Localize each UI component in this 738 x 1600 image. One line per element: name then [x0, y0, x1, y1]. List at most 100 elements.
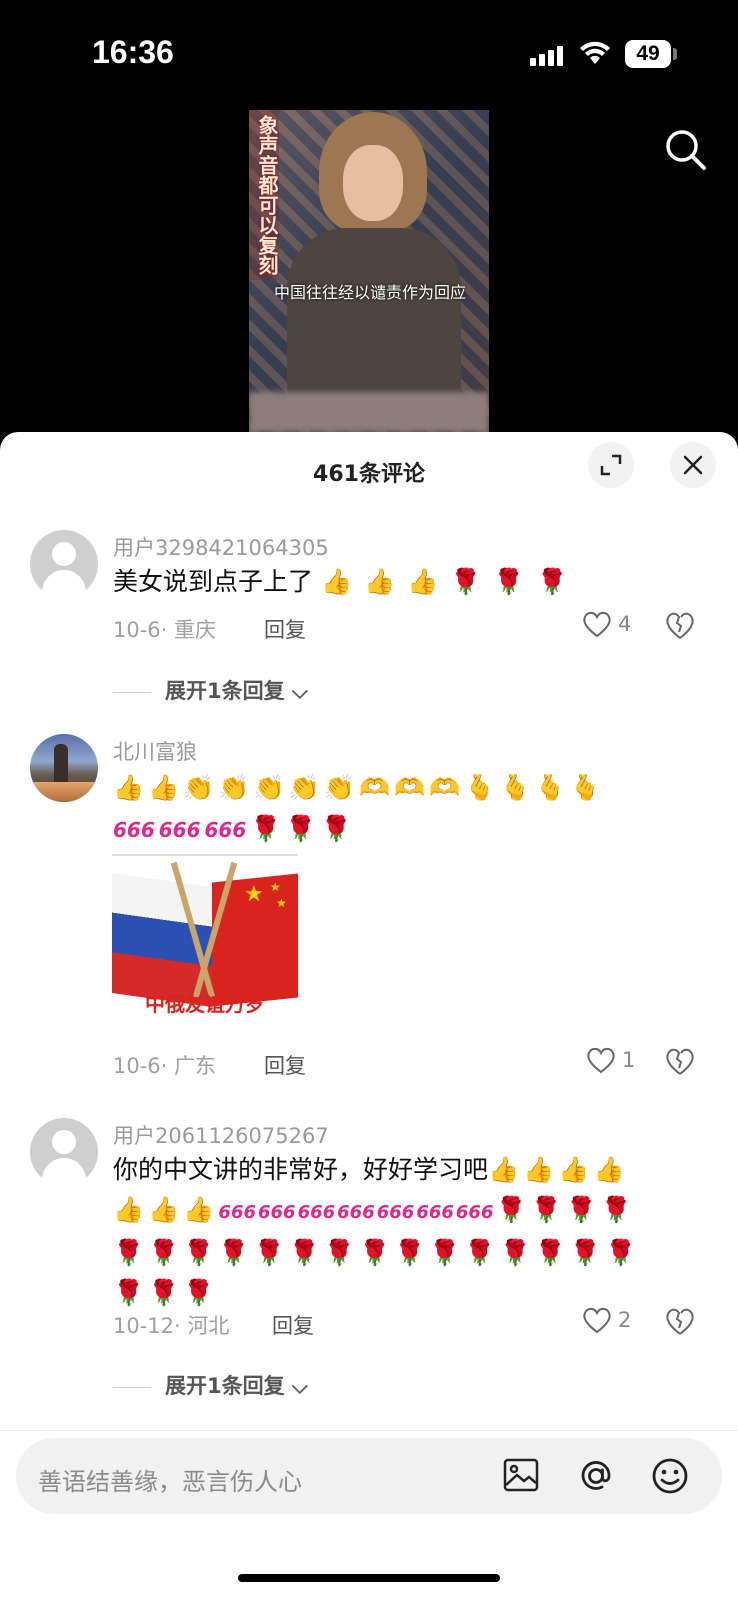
- rose-emoji: 🌹: [285, 814, 317, 843]
- video-player[interactable]: 象声音都可以复刻 中国往往经以谴责作为回应: [249, 110, 489, 432]
- comment-text: 👍 👍 👏 👏 👏 👏 👏 🫶 🫶 🫶 🫰 🫰 🫰 🫰 666 666 666 🌹 🌹 🌹: [113, 768, 703, 850]
- finger-heart-emoji: 🫰: [569, 773, 601, 802]
- thumbs-up-emoji: 👍: [113, 773, 145, 802]
- expand-icon: [600, 454, 622, 476]
- comment-body: 你的中文讲的非常好，好好学习吧: [113, 1155, 489, 1184]
- thumbs-up-emoji: 👍: [148, 1195, 180, 1224]
- comment-username[interactable]: 用户2061126075267: [113, 1120, 329, 1150]
- broken-heart-icon[interactable]: [664, 610, 696, 640]
- close-icon: [683, 455, 703, 475]
- comment-date-location: 10-6· 重庆: [113, 618, 217, 642]
- 666-sticker: 666: [204, 818, 247, 842]
- image-icon[interactable]: [502, 1456, 540, 1494]
- rose-emoji: 🌹: [429, 1238, 461, 1267]
- expand-replies-label: 展开1条回复: [165, 1374, 285, 1398]
- like-button[interactable]: 1: [586, 1046, 635, 1074]
- broken-heart-icon[interactable]: [664, 1046, 696, 1076]
- comment-image[interactable]: ★ ★ ★ 中俄友谊万岁: [112, 860, 298, 1040]
- rose-emoji: 🌹: [565, 1195, 597, 1224]
- avatar[interactable]: [30, 530, 98, 598]
- finger-heart-emoji: 🫰: [499, 773, 531, 802]
- rose-emoji: 🌹: [569, 1238, 601, 1267]
- thumbs-up-emoji: 👍: [320, 567, 353, 596]
- comments-sheet: 461条评论 用户3298421064305 美女说到点子上了 👍 👍 👍 🌹 …: [0, 432, 738, 1600]
- rose-emoji: 🌹: [534, 1238, 566, 1267]
- thumbs-up-emoji: 👍: [113, 1195, 145, 1224]
- thumbs-up-emoji: 👍: [523, 1155, 555, 1184]
- clap-emoji: 👏: [218, 773, 250, 802]
- comment-date-location: 10-12· 河北: [113, 1314, 230, 1338]
- 666-sticker: 666: [158, 818, 201, 842]
- clap-emoji: 👏: [253, 773, 285, 802]
- comment-text: 美女说到点子上了 👍 👍 👍 🌹 🌹 🌹: [113, 562, 703, 602]
- clap-emoji: 👏: [183, 773, 215, 802]
- rose-emoji: 🌹: [499, 1238, 531, 1267]
- rose-emoji: 🌹: [464, 1238, 496, 1267]
- search-icon[interactable]: [664, 128, 708, 172]
- 666-sticker: 666: [258, 1202, 296, 1223]
- rose-emoji: 🌹: [253, 1238, 285, 1267]
- 666-sticker: 666: [455, 1202, 494, 1223]
- finger-heart-emoji: 🫰: [534, 773, 566, 802]
- home-indicator: [238, 1574, 500, 1582]
- rose-emoji: 🌹: [148, 1278, 180, 1307]
- rose-emoji: 🌹: [530, 1195, 562, 1224]
- comment-input-placeholder: 善语结善缘，恶言伤人心: [38, 1468, 302, 1496]
- thumbs-up-emoji: 👍: [488, 1155, 520, 1184]
- battery-indicator: 49: [625, 40, 671, 68]
- heart-icon: [583, 611, 611, 638]
- rose-emoji: 🌹: [600, 1195, 633, 1224]
- rose-emoji: 🌹: [358, 1238, 391, 1267]
- thumbs-up-emoji: 👍: [558, 1155, 590, 1184]
- thumbs-up-emoji: 👍: [407, 567, 439, 596]
- thumbs-up-emoji: 👍: [364, 567, 396, 596]
- like-button[interactable]: 4: [582, 610, 631, 638]
- 666-sticker: 666: [337, 1202, 375, 1223]
- heart-icon: [587, 1047, 615, 1074]
- comment-input[interactable]: 善语结善缘，恶言伤人心: [16, 1438, 722, 1514]
- reply-button[interactable]: 回复: [264, 1050, 306, 1080]
- cellular-signal-icon: [530, 44, 566, 66]
- comment-body: 美女说到点子上了: [113, 567, 314, 596]
- expand-button[interactable]: [588, 442, 634, 488]
- expand-replies-button[interactable]: 展开1条回复 ⌵: [113, 1370, 308, 1400]
- jiayou-sticker: 🫶: [358, 773, 391, 802]
- rose-emoji: 🌹: [183, 1278, 215, 1307]
- emoji-icon[interactable]: [650, 1456, 690, 1496]
- wifi-icon: [580, 41, 610, 64]
- battery-tip: [673, 48, 677, 60]
- 666-sticker: 666: [297, 1202, 336, 1223]
- 666-sticker: 666: [416, 1202, 454, 1223]
- 666-sticker: 666: [376, 1202, 415, 1223]
- clap-emoji: 👏: [288, 773, 320, 802]
- status-time: 16:36: [92, 34, 174, 70]
- comment-username[interactable]: 北川富狼: [113, 736, 197, 766]
- rose-emoji: 🌹: [536, 567, 568, 596]
- rose-emoji: 🌹: [250, 814, 282, 843]
- reply-button[interactable]: 回复: [264, 614, 306, 644]
- image-caption: 中俄友谊万岁: [145, 992, 265, 1016]
- broken-heart-icon[interactable]: [664, 1306, 696, 1336]
- reply-button[interactable]: 回复: [272, 1310, 314, 1340]
- avatar[interactable]: [30, 1118, 98, 1186]
- avatar[interactable]: [30, 734, 98, 802]
- 666-sticker: 666: [113, 818, 155, 842]
- clap-emoji: 👏: [323, 773, 355, 802]
- finger-heart-emoji: 🫰: [464, 773, 496, 802]
- rose-emoji: 🌹: [320, 814, 352, 843]
- mention-icon[interactable]: [576, 1456, 616, 1496]
- rose-emoji: 🌹: [323, 1238, 355, 1267]
- heart-icon: [583, 1307, 611, 1334]
- close-button[interactable]: [670, 442, 716, 488]
- like-button[interactable]: 2: [582, 1306, 631, 1334]
- comment-text: 你的中文讲的非常好，好好学习吧👍 👍 👍 👍 👍 👍 👍 666 666 666 666 666 66…: [113, 1150, 703, 1313]
- comment-username[interactable]: 用户3298421064305: [113, 532, 329, 562]
- rose-emoji: 🌹: [450, 567, 482, 596]
- expand-replies-button[interactable]: 展开1条回复 ⌵: [113, 675, 308, 705]
- like-count: 1: [622, 1048, 636, 1072]
- jiayou-sticker: 🫶: [394, 773, 426, 802]
- like-count: 2: [618, 1308, 632, 1332]
- video-overlay-text: 象声音都可以复刻: [249, 110, 279, 280]
- rose-emoji: 🌹: [218, 1238, 250, 1267]
- comment-date-location: 10-6· 广东: [113, 1054, 217, 1078]
